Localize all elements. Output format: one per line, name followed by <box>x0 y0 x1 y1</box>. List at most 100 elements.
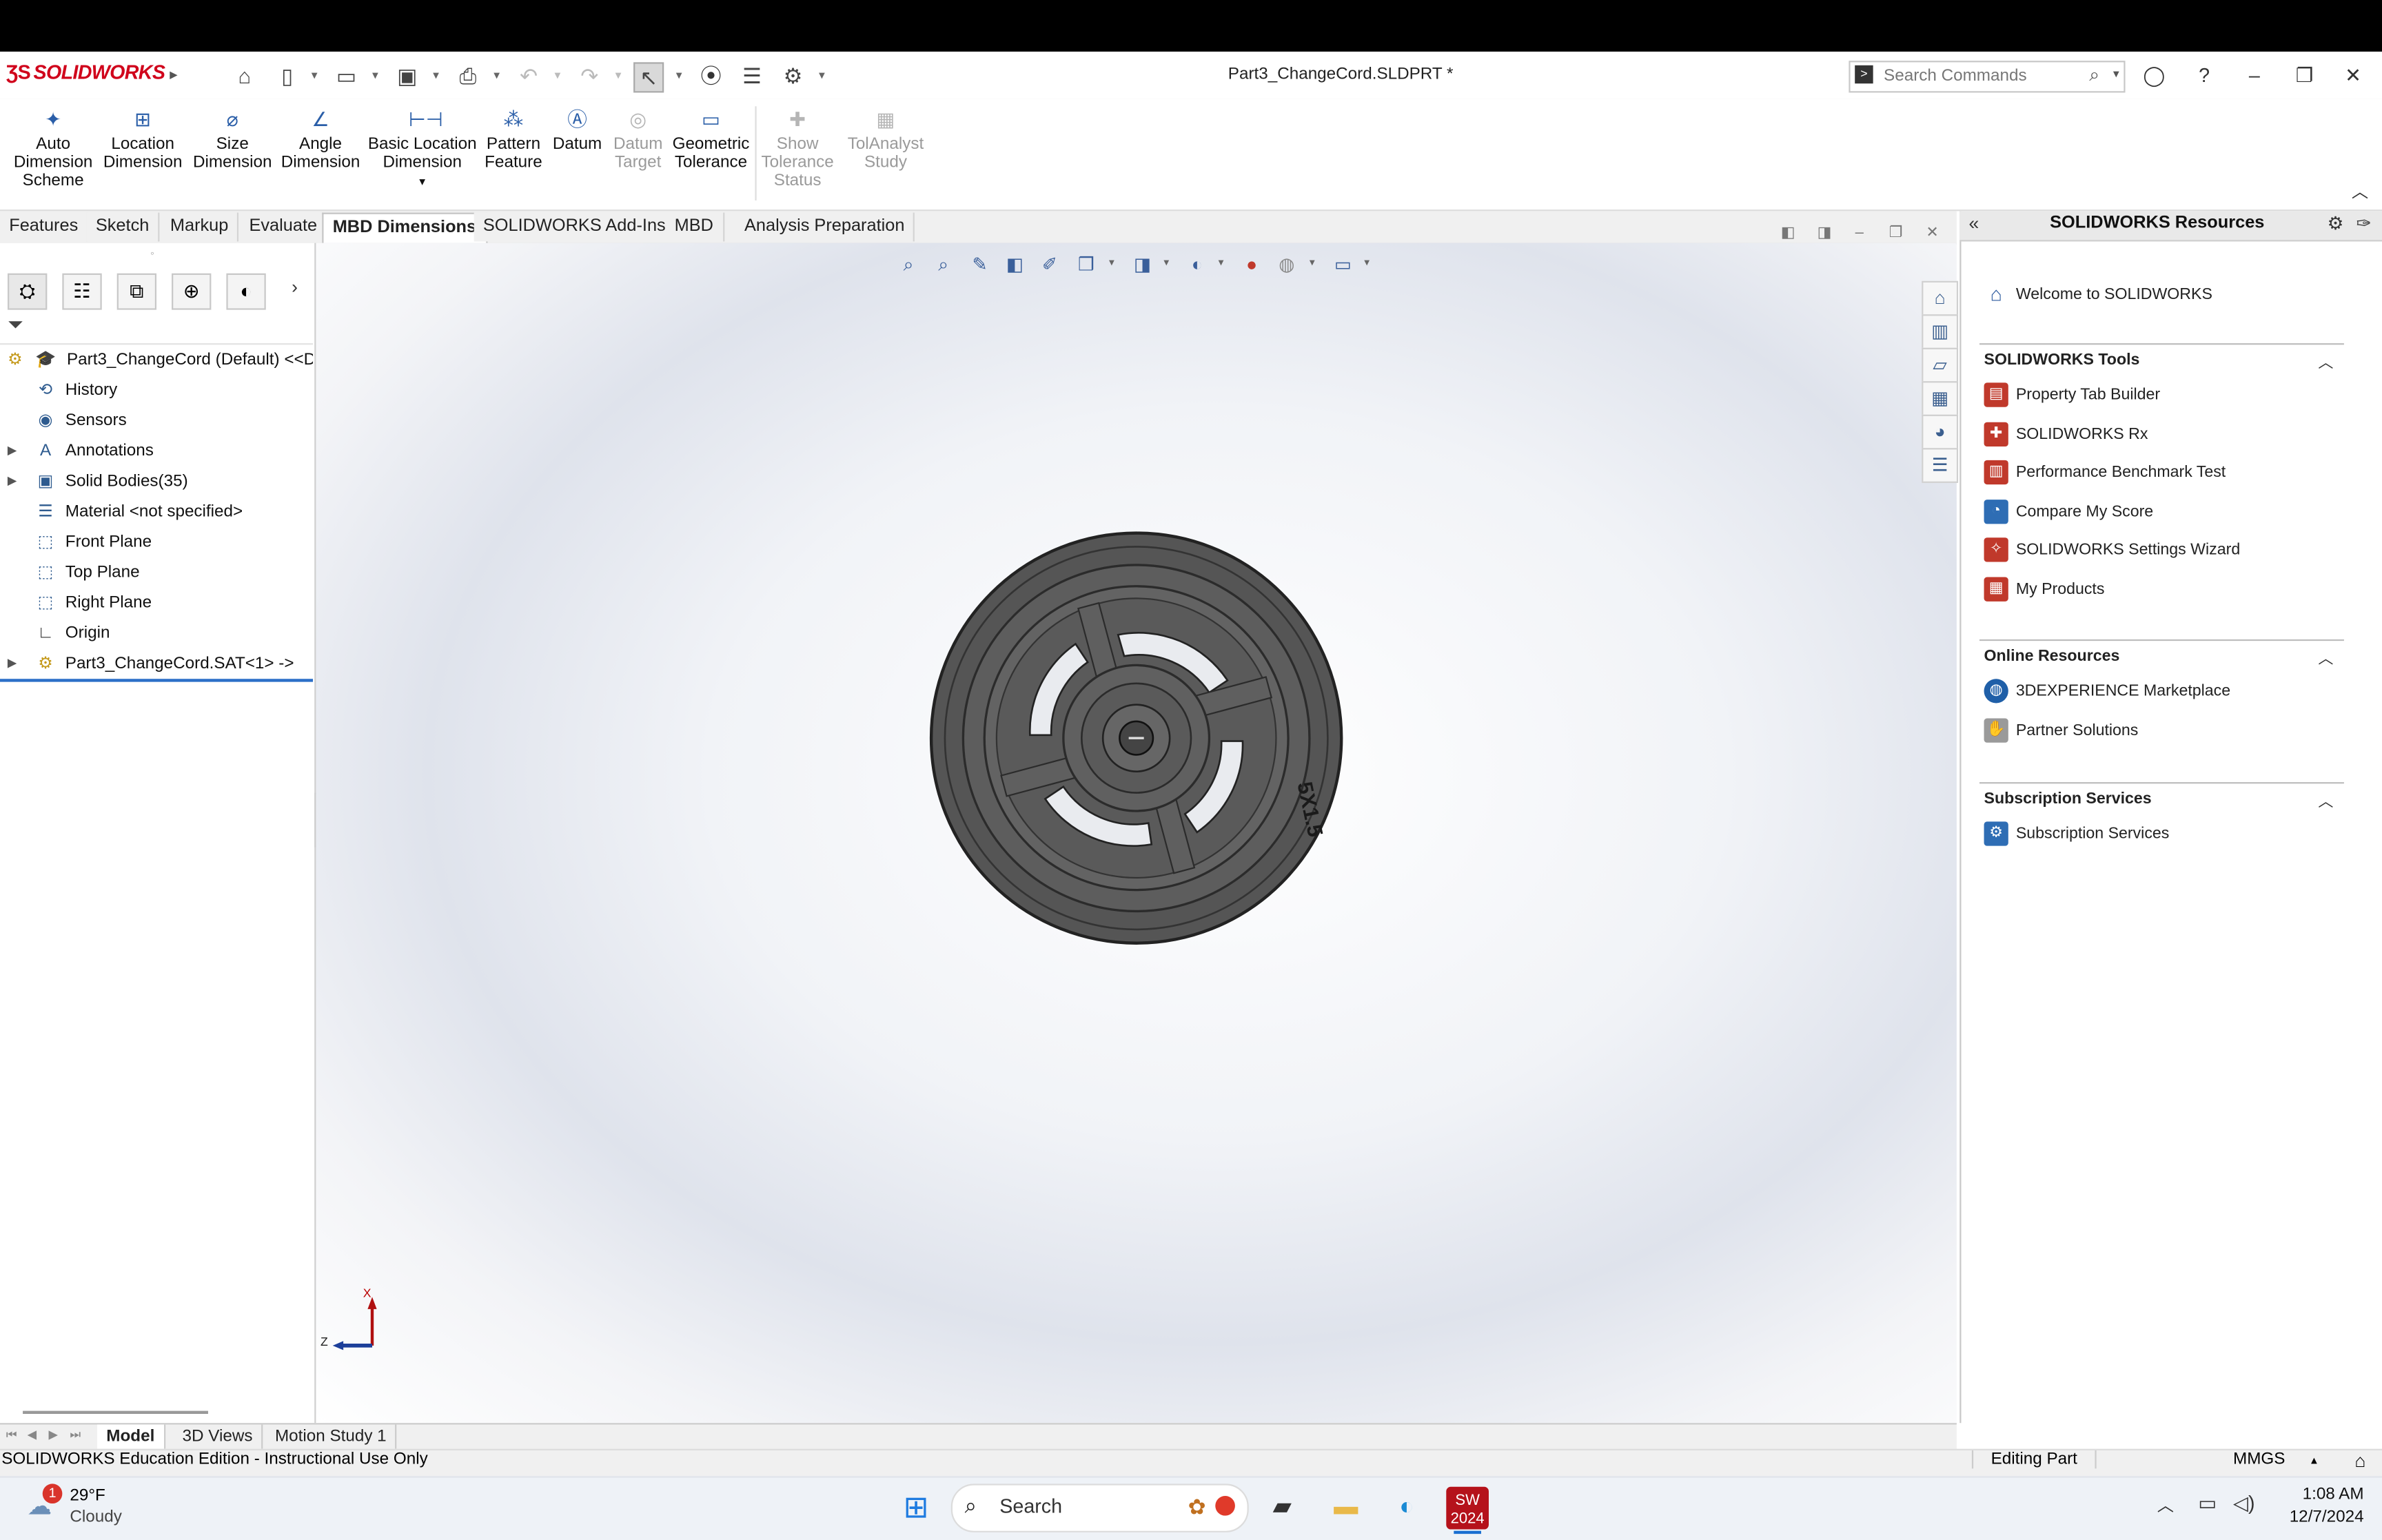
collapse-section-icon[interactable]: ︿ <box>2318 788 2333 811</box>
status-tag-icon[interactable]: ⌂ <box>2354 1450 2365 1472</box>
design-library-icon[interactable]: ▥ <box>1922 314 1959 349</box>
collapse-ribbon-icon[interactable]: ︿ <box>2352 179 2368 203</box>
collapse-section-icon[interactable]: ︿ <box>2318 646 2333 668</box>
tab-features[interactable]: Features <box>0 212 89 242</box>
save-icon[interactable]: ▣ <box>394 62 421 90</box>
basic-location-dropdown-icon[interactable]: ▾ <box>419 174 425 188</box>
size-dimension-button[interactable]: ⌀ Size Dimension <box>192 106 274 172</box>
search-icon[interactable]: ⌕ <box>2089 64 2099 87</box>
view-orientation-icon[interactable]: ❒ <box>1072 252 1100 276</box>
file-explorer-icon[interactable]: ▱ <box>1922 347 1959 383</box>
tree-item-front-plane[interactable]: ⬚ Front Plane <box>0 527 313 557</box>
undo-icon[interactable]: ↶ <box>515 62 542 90</box>
clock-date[interactable]: 12/7/2024 <box>2263 1508 2364 1526</box>
network-icon[interactable]: ▭ <box>2198 1491 2217 1515</box>
tab-mbd[interactable]: MBD <box>665 212 724 242</box>
tree-item-imported-part[interactable]: ▶ ⚙ Part3_ChangeCord.SAT<1> -> <box>0 648 313 679</box>
view-settings-monitor-icon[interactable]: ▭ <box>1330 252 1357 276</box>
user-account-icon[interactable]: ◯ <box>2137 61 2170 91</box>
solidworks-logo[interactable]: ƷS SOLIDWORKS ▸ <box>6 61 177 83</box>
hide-show-dropdown-icon[interactable]: ▾ <box>1219 252 1231 276</box>
compare-my-score-link[interactable]: ◔ Compare My Score <box>1984 498 2153 528</box>
location-dimension-button[interactable]: ⊞ Location Dimension <box>100 106 185 172</box>
undo-dropdown-icon[interactable]: ▾ <box>551 62 564 90</box>
volume-icon[interactable]: ◁) <box>2233 1491 2255 1515</box>
tab-model[interactable]: Model <box>97 1424 165 1449</box>
pin-icon[interactable]: ✑ <box>2356 213 2372 234</box>
home-icon[interactable]: ⌂ <box>231 62 258 90</box>
open-dropdown-icon[interactable]: ▾ <box>369 62 382 90</box>
apply-scene-icon[interactable]: ◍ <box>1273 252 1301 276</box>
print-icon[interactable]: ⎙ <box>454 62 482 90</box>
auto-dimension-scheme-button[interactable]: ✦ Auto Dimension Scheme <box>9 106 97 189</box>
tab-scroll-first-icon[interactable]: ⏮ <box>6 1428 17 1443</box>
panel-horizontal-scrollbar[interactable] <box>23 1410 208 1414</box>
tree-item-origin[interactable]: ∟ Origin <box>0 618 313 648</box>
show-tolerance-status-button[interactable]: ✚ Show Tolerance Status <box>760 106 835 189</box>
expand-arrow-icon[interactable]: ▶ <box>5 648 20 679</box>
task-view-icon[interactable]: ▰ <box>1261 1487 1303 1530</box>
tree-item-sensors[interactable]: ◉ Sensors <box>0 405 313 435</box>
search-commands-field[interactable]: > Search Commands ⌕ ▾ <box>1849 61 2126 93</box>
tree-item-history[interactable]: ⟲ History <box>0 375 313 405</box>
solidworks-rx-link[interactable]: ✚ SOLIDWORKS Rx <box>1984 421 2148 451</box>
zoom-to-fit-icon[interactable]: ⌕ <box>895 252 922 276</box>
show-hidden-icons-chevron[interactable]: ︿ <box>2157 1493 2174 1517</box>
tolanalyst-study-button[interactable]: ▦ TolAnalyst Study <box>844 106 926 172</box>
tree-item-solid-bodies[interactable]: ▶ ▣ Solid Bodies(35) <box>0 466 313 497</box>
clock-time[interactable]: 1:08 AM <box>2272 1486 2364 1503</box>
dimxpert-manager-icon[interactable]: ⊕ <box>172 273 212 310</box>
property-manager-icon[interactable]: ☷ <box>62 273 102 310</box>
rebuild-traffic-light-icon[interactable]: ⦿ <box>698 62 725 90</box>
search-dropdown-icon[interactable]: ▾ <box>2113 67 2119 81</box>
redo-icon[interactable]: ↷ <box>576 62 603 90</box>
viewport-tile-right-icon[interactable]: ◨ <box>1811 223 1838 245</box>
tab-analysis-preparation[interactable]: Analysis Preparation <box>735 212 915 242</box>
windows-start-icon[interactable]: ⊞ <box>895 1487 937 1530</box>
tab-scroll-last-icon[interactable]: ⏭ <box>70 1428 81 1443</box>
tab-solidworks-add-ins[interactable]: SOLIDWORKS Add-Ins <box>474 212 677 242</box>
solidworks-app-icon[interactable]: SW 2024 <box>1446 1486 1489 1530</box>
rollback-bar[interactable] <box>0 679 314 682</box>
appearances-scenes-icon[interactable]: ◕ <box>1922 414 1959 450</box>
menu-expand-icon[interactable]: ▸ <box>170 67 177 82</box>
panel-grip-icon[interactable]: ◦ <box>150 249 154 259</box>
more-panels-chevron-icon[interactable]: › <box>292 276 298 298</box>
display-style-dropdown-icon[interactable]: ▾ <box>1163 252 1176 276</box>
my-products-link[interactable]: ▦ My Products <box>1984 575 2104 606</box>
tab-scroll-prev-icon[interactable]: ◀ <box>28 1428 37 1441</box>
new-document-icon[interactable]: ▯ <box>274 62 301 90</box>
view-orientation-dropdown-icon[interactable]: ▾ <box>1109 252 1121 276</box>
expand-arrow-icon[interactable]: ▶ <box>5 466 20 497</box>
close-window-icon[interactable]: ✕ <box>2337 61 2370 91</box>
basic-location-dimension-button[interactable]: ⊢⊣ Basic Location Dimension ▾ <box>367 106 477 191</box>
collapse-task-pane-icon[interactable]: « <box>1968 213 1979 234</box>
view-palette-icon[interactable]: ▦ <box>1922 381 1959 416</box>
weather-temp[interactable]: 29°F <box>70 1487 105 1505</box>
geometric-tolerance-button[interactable]: ▭ Geometric Tolerance <box>671 106 751 172</box>
weather-desc[interactable]: Cloudy <box>70 1508 121 1526</box>
previous-view-icon[interactable]: ✎ <box>966 252 994 276</box>
tab-sketch[interactable]: Sketch <box>86 212 160 242</box>
display-manager-icon[interactable]: ◐ <box>226 273 266 310</box>
angle-dimension-button[interactable]: ∠ Angle Dimension <box>280 106 362 172</box>
section-view-icon[interactable]: ◧ <box>1001 252 1028 276</box>
new-dropdown-icon[interactable]: ▾ <box>308 62 320 90</box>
performance-benchmark-link[interactable]: ▥ Performance Benchmark Test <box>1984 459 2226 489</box>
custom-properties-icon[interactable]: ☰ <box>1922 448 1959 483</box>
apply-scene-dropdown-icon[interactable]: ▾ <box>1310 252 1322 276</box>
tab-3d-views[interactable]: 3D Views <box>173 1424 263 1449</box>
options-dropdown-icon[interactable]: ▾ <box>816 62 828 90</box>
tree-item-material[interactable]: ☰ Material <not specified> <box>0 497 313 527</box>
select-cursor-icon[interactable]: ↖ <box>633 62 664 93</box>
filter-funnel-icon[interactable]: ⏷ <box>8 313 23 337</box>
select-dropdown-icon[interactable]: ▾ <box>673 62 685 90</box>
tab-evaluate[interactable]: Evaluate <box>240 212 328 242</box>
view-settings-dropdown-icon[interactable]: ▾ <box>1364 252 1376 276</box>
zoom-to-area-icon[interactable]: ⌕ <box>930 252 957 276</box>
task-pane-settings-gear-icon[interactable]: ⚙ <box>2328 213 2344 234</box>
file-properties-icon[interactable]: ☰ <box>738 62 766 90</box>
marketplace-link[interactable]: ◍ 3DEXPERIENCE Marketplace <box>1984 677 2230 708</box>
configuration-manager-icon[interactable]: ⧉ <box>116 273 157 310</box>
print-dropdown-icon[interactable]: ▾ <box>491 62 503 90</box>
